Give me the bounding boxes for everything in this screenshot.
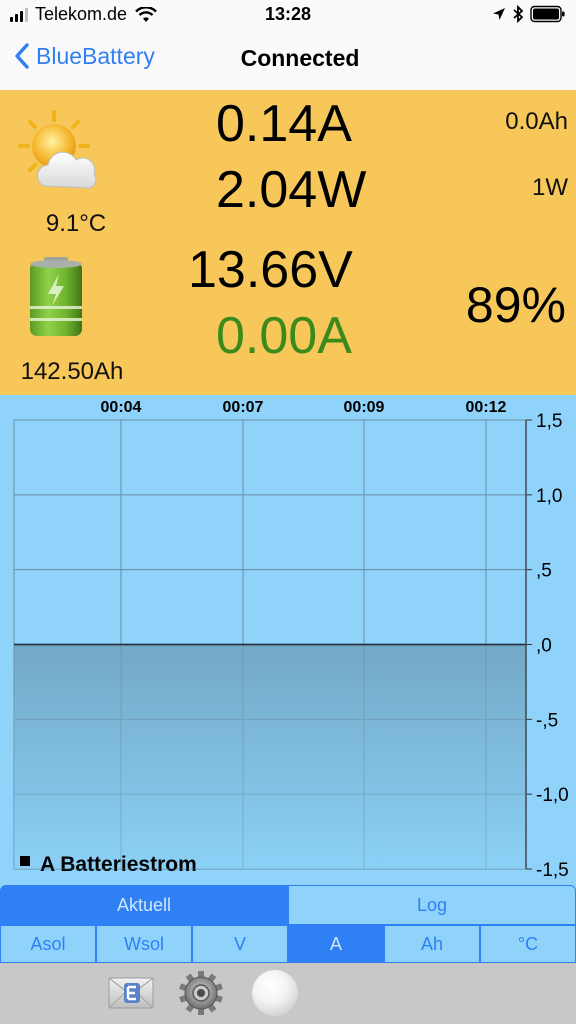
location-arrow-icon: [493, 8, 505, 20]
back-button[interactable]: BlueBattery: [14, 42, 155, 70]
mail-icon[interactable]: [108, 975, 154, 1011]
y-tick-label: -1,5: [536, 860, 569, 881]
gear-icon[interactable]: [178, 970, 224, 1016]
x-tick-label: 00:12: [466, 399, 507, 416]
temperature-value: 9.1°C: [45, 210, 107, 237]
measurement-tabs: Asol Wsol V A Ah °C: [0, 925, 576, 963]
status-bar: Telekom.de 13:28: [0, 0, 576, 30]
chart-legend: A Batteriestrom: [20, 853, 197, 876]
amp-hours-value: 0.0Ah: [505, 108, 568, 135]
battery-status-icon: [530, 5, 565, 23]
tab-v[interactable]: V: [192, 925, 288, 963]
battery-charging-icon: [30, 257, 82, 336]
legend-swatch: [20, 856, 30, 866]
page-title: Connected: [240, 45, 360, 71]
status-bar-right: [486, 5, 566, 23]
y-tick-label: 1,5: [536, 411, 562, 432]
battery-current-value: 0.00A: [216, 307, 352, 365]
chevron-left-icon: [15, 43, 29, 69]
chart-series: [14, 643, 526, 869]
x-tick-label: 00:04: [101, 399, 142, 416]
y-tick-label: -,5: [536, 710, 558, 731]
capacity-value: 142.50Ah: [20, 358, 124, 385]
navigation-bar: BlueBattery Connected: [0, 30, 576, 91]
legend-label: A Batteriestrom: [40, 853, 197, 876]
state-of-charge-value: 89%: [465, 277, 566, 333]
back-button-label: BlueBattery: [36, 42, 155, 69]
tab-wsol[interactable]: Wsol: [96, 925, 192, 963]
y-tick-label: 1,0: [536, 486, 562, 507]
tab-log[interactable]: Log: [288, 885, 576, 925]
series-area: [14, 644, 526, 869]
view-mode-tabs: Aktuell Log: [0, 885, 576, 925]
tab-celsius[interactable]: °C: [480, 925, 576, 963]
chart-y-ticks: 1,5 1,0 ,5 ,0 -,5 -1,0 -1,5: [525, 411, 569, 881]
y-tick-label: ,0: [536, 636, 552, 657]
x-tick-label: 00:09: [344, 399, 385, 416]
tab-asol[interactable]: Asol: [0, 925, 96, 963]
battery-voltage-value: 13.66V: [188, 241, 353, 299]
tab-ah[interactable]: Ah: [384, 925, 480, 963]
tab-a[interactable]: A: [288, 925, 384, 963]
x-tick-label: 00:07: [223, 399, 264, 416]
solar-current-value: 0.14A: [216, 95, 352, 153]
solar-power-value: 2.04W: [216, 161, 367, 219]
status-indicator-icon[interactable]: [252, 970, 298, 1016]
bluetooth-icon: [513, 5, 524, 23]
watts-value: 1W: [532, 174, 568, 201]
y-tick-label: -1,0: [536, 785, 569, 806]
weather-sun-cloud-icon: [18, 110, 97, 189]
battery-current-chart[interactable]: 00:04 00:07 00:09 00:12 1,5 1,0 ,5 ,0 -,5 -1,0 -1…: [0, 395, 576, 885]
tab-aktuell[interactable]: Aktuell: [0, 885, 288, 925]
y-tick-label: ,5: [536, 561, 552, 582]
chart-x-ticks: 00:04 00:07 00:09 00:12: [101, 399, 507, 416]
